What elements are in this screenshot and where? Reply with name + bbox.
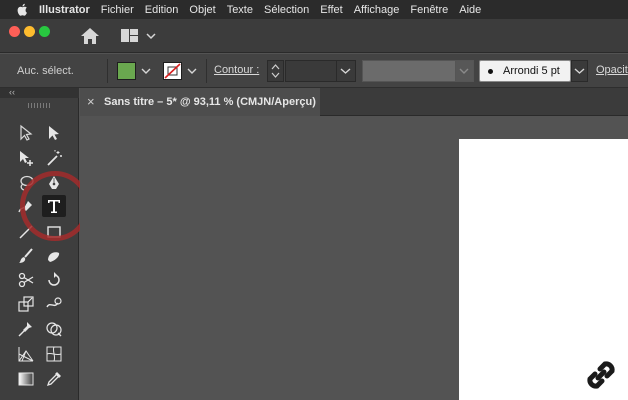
menu-affichage[interactable]: Affichage xyxy=(354,4,400,16)
eyedropper-tool-icon[interactable] xyxy=(42,368,66,390)
stroke-weight-stepper[interactable] xyxy=(267,60,284,82)
application-bar xyxy=(0,19,628,53)
brush-dot-icon xyxy=(488,68,493,74)
brush-definition-value: Arrondi 5 pt xyxy=(503,65,560,77)
variable-width-profile-field[interactable] xyxy=(362,60,456,82)
puppet-warp-tool-icon[interactable] xyxy=(14,318,38,340)
blob-brush-tool-icon[interactable] xyxy=(42,245,66,267)
variable-width-profile-dropdown[interactable] xyxy=(456,60,474,82)
gradient-tool-icon[interactable] xyxy=(14,368,38,390)
tools-panel-grip[interactable] xyxy=(28,103,50,108)
workspace-switcher-icon[interactable] xyxy=(120,27,160,45)
menu-bar: Illustrator Fichier Edition Objet Texte … xyxy=(0,0,628,19)
fill-color-swatch[interactable] xyxy=(117,62,136,80)
mesh-tool-icon[interactable] xyxy=(42,343,66,365)
shape-builder-tool-icon[interactable] xyxy=(42,318,66,340)
magic-wand-tool-icon[interactable] xyxy=(42,147,66,169)
brush-definition-field[interactable]: Arrondi 5 pt xyxy=(479,60,571,82)
minimize-window-button[interactable] xyxy=(24,26,35,37)
contour-label[interactable]: Contour : xyxy=(214,64,259,76)
menu-fenetre[interactable]: Fenêtre xyxy=(410,4,448,16)
control-bar-divider xyxy=(206,59,207,83)
menu-objet[interactable]: Objet xyxy=(189,4,215,16)
stroke-weight-dropdown[interactable] xyxy=(337,60,356,82)
selection-status-label: Auc. sélect. xyxy=(17,65,74,77)
perspective-grid-tool-icon[interactable] xyxy=(14,343,38,365)
anchor-point-tool-icon[interactable] xyxy=(14,147,38,169)
menu-edition[interactable]: Edition xyxy=(145,4,179,16)
zoom-window-button[interactable] xyxy=(39,26,50,37)
control-bar-divider xyxy=(107,59,108,83)
document-tab-title: Sans titre – 5* @ 93,11 % (CMJN/Aperçu) xyxy=(104,96,316,108)
selection-tool-icon[interactable] xyxy=(14,122,38,144)
warp-tool-icon[interactable] xyxy=(42,293,66,315)
menu-fichier[interactable]: Fichier xyxy=(101,4,134,16)
collapse-panel-icon[interactable]: ‹‹ xyxy=(9,87,15,97)
brush-definition-dropdown[interactable] xyxy=(571,60,588,82)
close-window-button[interactable] xyxy=(9,26,20,37)
document-tab-bar: × Sans titre – 5* @ 93,11 % (CMJN/Aperçu… xyxy=(80,88,628,116)
direct-selection-tool-icon[interactable] xyxy=(42,122,66,144)
fill-dropdown-chevron-icon[interactable] xyxy=(139,62,153,80)
scissors-tool-icon[interactable] xyxy=(14,269,38,291)
paintbrush-tool-icon[interactable] xyxy=(14,245,38,267)
control-bar: Auc. sélect. Contour : Arrondi 5 pt Opac… xyxy=(0,54,628,88)
tools-panel: ‹‹ xyxy=(0,87,90,400)
link-icon xyxy=(581,355,621,395)
opacity-label[interactable]: Opacit xyxy=(596,64,628,76)
stroke-dropdown-chevron-icon[interactable] xyxy=(185,62,199,80)
close-tab-icon[interactable]: × xyxy=(87,94,95,109)
rotate-tool-icon[interactable] xyxy=(42,269,66,291)
app-name-menu[interactable]: Illustrator xyxy=(39,4,90,16)
tools-panel-header: ‹‹ xyxy=(0,87,79,98)
stroke-weight-field[interactable] xyxy=(285,60,337,82)
menu-effet[interactable]: Effet xyxy=(320,4,342,16)
stroke-color-swatch[interactable] xyxy=(163,62,182,80)
menu-selection[interactable]: Sélection xyxy=(264,4,309,16)
menu-texte[interactable]: Texte xyxy=(227,4,253,16)
menu-aide[interactable]: Aide xyxy=(459,4,481,16)
apple-icon[interactable] xyxy=(15,3,29,16)
home-icon[interactable] xyxy=(79,26,101,46)
document-tab[interactable]: × Sans titre – 5* @ 93,11 % (CMJN/Aperçu… xyxy=(80,88,320,116)
scale-tool-icon[interactable] xyxy=(14,293,38,315)
